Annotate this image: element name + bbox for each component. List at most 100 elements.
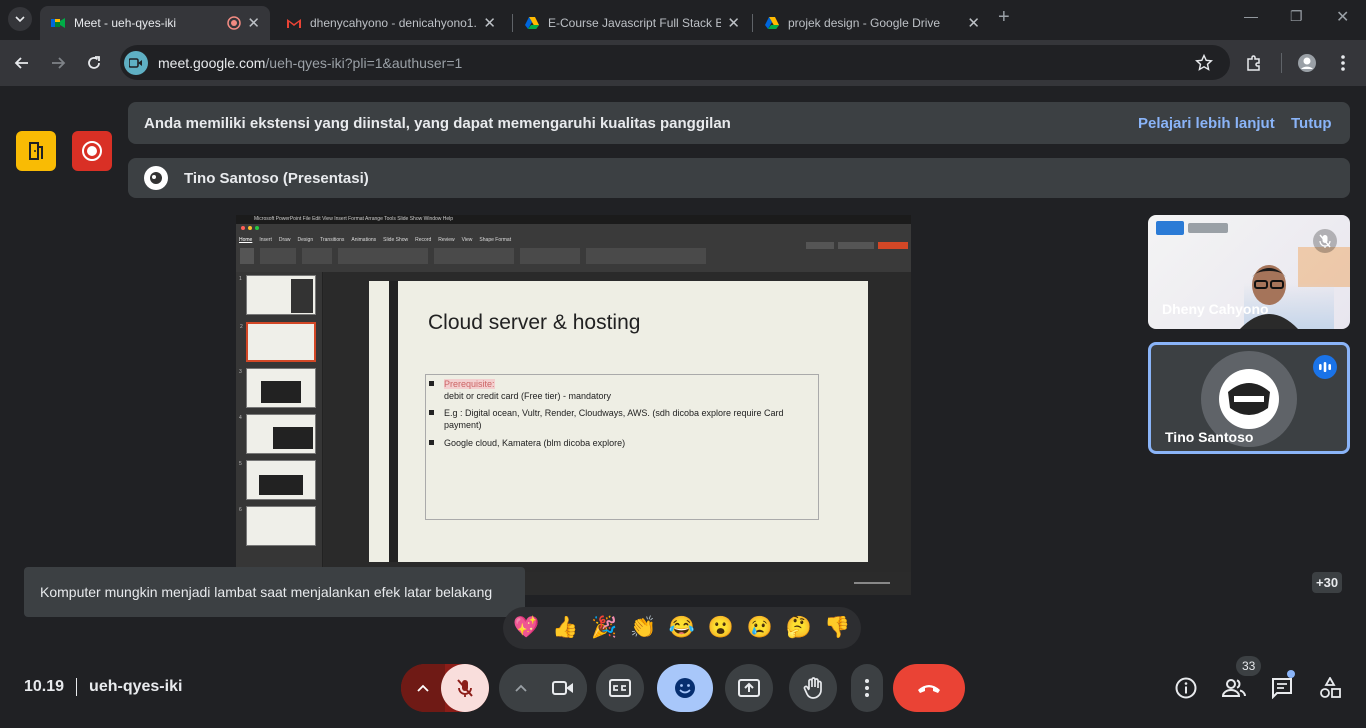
window-dots xyxy=(241,226,259,230)
slide-thumbnails: 1 2 3 4 5 6 xyxy=(236,272,323,595)
raise-hand-button[interactable] xyxy=(789,664,837,712)
chrome-menu-button[interactable] xyxy=(1332,52,1354,74)
logo-badge xyxy=(1188,223,1228,233)
arrow-left-icon xyxy=(14,57,28,69)
reaction-heart[interactable]: 💖 xyxy=(513,616,539,640)
google-drive-icon xyxy=(765,17,779,29)
video-camera-icon xyxy=(129,57,142,68)
door-icon xyxy=(29,142,43,160)
record-pill xyxy=(806,242,834,249)
slide-thumb: 3 xyxy=(239,368,316,408)
chevron-up-icon xyxy=(515,684,527,692)
ppt-ribbon-tabs: Home Insert Draw Design Transitions Animation… xyxy=(239,237,518,243)
reaction-sad[interactable]: 😢 xyxy=(747,616,773,640)
reactions-bar: 💖 👍 🎉 👏 😂 😮 😢 🤔 👎 xyxy=(503,607,861,649)
ppt-tab: Slide Show xyxy=(383,237,409,243)
meet-main: Anda memiliki ekstensi yang diinstal, ya… xyxy=(0,86,1366,728)
new-tab-button[interactable]: + xyxy=(998,6,1010,29)
participant-name: Dheny Cahyono xyxy=(1162,301,1269,317)
info-icon xyxy=(1175,677,1197,699)
video-options-button[interactable] xyxy=(499,664,543,712)
chevron-down-icon xyxy=(15,16,25,23)
url-path: /ueh-qyes-iki?pli=1&authuser=1 xyxy=(265,54,463,71)
microphone-button[interactable] xyxy=(441,664,489,712)
meeting-code: ueh-qyes-iki xyxy=(89,678,183,695)
ppt-tab: View xyxy=(461,237,473,243)
slide-title: Cloud server & hosting xyxy=(428,311,641,334)
profile-button[interactable] xyxy=(1296,52,1318,74)
tab-drive-project[interactable]: projek design - Google Drive ✕ xyxy=(754,6,990,40)
bookmark-button[interactable] xyxy=(1193,52,1215,74)
people-icon xyxy=(1222,679,1246,697)
restore-button[interactable]: ❐ xyxy=(1290,8,1303,25)
share-pill xyxy=(878,242,908,249)
audio-options-button[interactable] xyxy=(401,664,445,712)
reaction-thinking[interactable]: 🤔 xyxy=(785,616,811,640)
tab-search-button[interactable] xyxy=(8,7,32,31)
companion-mode-button[interactable] xyxy=(16,131,56,171)
reaction-thumbs-up[interactable]: 👍 xyxy=(552,616,578,640)
tab-meet[interactable]: Meet - ueh-qyes-iki ✕ xyxy=(40,6,270,40)
comments-pill xyxy=(838,242,874,249)
people-button[interactable] xyxy=(1222,676,1246,700)
meeting-details-button[interactable] xyxy=(1174,676,1198,700)
mic-status xyxy=(1313,229,1337,253)
ppt-menu-bar: Microsoft PowerPoint File Edit View Inse… xyxy=(236,215,911,224)
reaction-clap[interactable]: 👏 xyxy=(630,616,656,640)
chat-button[interactable] xyxy=(1270,670,1295,700)
address-bar[interactable]: meet.google.com/ueh-qyes-iki?pli=1&authu… xyxy=(120,45,1230,80)
tab-drive-course[interactable]: E-Course Javascript Full Stack B... ✕ xyxy=(514,6,750,40)
activities-button[interactable] xyxy=(1318,676,1342,700)
slide-thumb: 2 xyxy=(240,322,316,362)
forward-button[interactable] xyxy=(47,52,69,74)
reaction-surprised[interactable]: 😮 xyxy=(708,616,734,640)
tab-gmail[interactable]: dhenycahyono - denicahyono1... ✕ xyxy=(276,6,506,40)
slide-thumb: 6 xyxy=(239,506,316,546)
participant-name: Tino Santoso xyxy=(1165,429,1254,445)
recording-icon xyxy=(227,16,242,30)
record-icon xyxy=(82,141,102,161)
star-icon xyxy=(1195,54,1213,71)
video-camera-icon xyxy=(552,681,573,695)
end-call-icon xyxy=(918,685,940,693)
close-tab-icon[interactable]: ✕ xyxy=(483,14,496,32)
close-banner-button[interactable]: Tutup xyxy=(1291,115,1332,132)
back-button[interactable] xyxy=(11,52,33,74)
reaction-party[interactable]: 🎉 xyxy=(591,616,617,640)
site-info-icon[interactable] xyxy=(124,50,148,75)
avatar-icon xyxy=(1219,369,1279,429)
recording-indicator-button[interactable] xyxy=(72,131,112,171)
slide-bullet: Prerequisite: debit or credit card (Free… xyxy=(429,378,814,402)
more-options-button[interactable] xyxy=(851,664,883,712)
avatar-icon xyxy=(145,167,167,189)
ppt-tab: Transitions xyxy=(320,237,345,243)
close-tab-icon[interactable]: ✕ xyxy=(967,14,980,32)
ribbon-tools xyxy=(240,248,760,268)
tab-title: projek design - Google Drive xyxy=(788,16,941,30)
camera-button[interactable] xyxy=(539,664,587,712)
tab-title: Meet - ueh-qyes-iki xyxy=(74,16,177,30)
reaction-laugh[interactable]: 😂 xyxy=(669,616,695,640)
captions-button[interactable] xyxy=(596,664,644,712)
minimize-button[interactable]: — xyxy=(1244,8,1258,24)
shapes-icon xyxy=(1320,677,1341,698)
participant-tile-speaking[interactable]: Tino Santoso xyxy=(1148,342,1350,454)
learn-more-link[interactable]: Pelajari lebih lanjut xyxy=(1138,115,1275,132)
tab-separator xyxy=(752,14,753,32)
more-participants-count[interactable]: +30 xyxy=(1312,572,1343,593)
ppt-ribbon: Home Insert Draw Design Transitions Animation… xyxy=(236,224,911,272)
reload-button[interactable] xyxy=(83,52,105,74)
close-window-button[interactable]: ✕ xyxy=(1336,7,1349,27)
hand-icon xyxy=(803,677,822,699)
arrow-right-icon xyxy=(52,57,66,69)
google-drive-icon xyxy=(525,17,539,29)
leave-call-button[interactable] xyxy=(893,664,965,712)
participant-tile[interactable]: Dheny Cahyono xyxy=(1148,215,1350,329)
reaction-thumbs-down[interactable]: 👎 xyxy=(824,616,850,640)
extensions-button[interactable] xyxy=(1243,52,1265,74)
close-tab-icon[interactable]: ✕ xyxy=(247,14,260,32)
present-button[interactable] xyxy=(725,664,773,712)
reactions-button[interactable] xyxy=(657,664,713,712)
close-tab-icon[interactable]: ✕ xyxy=(727,14,740,32)
slide: Cloud server & hosting Prerequisite: deb… xyxy=(369,281,868,562)
